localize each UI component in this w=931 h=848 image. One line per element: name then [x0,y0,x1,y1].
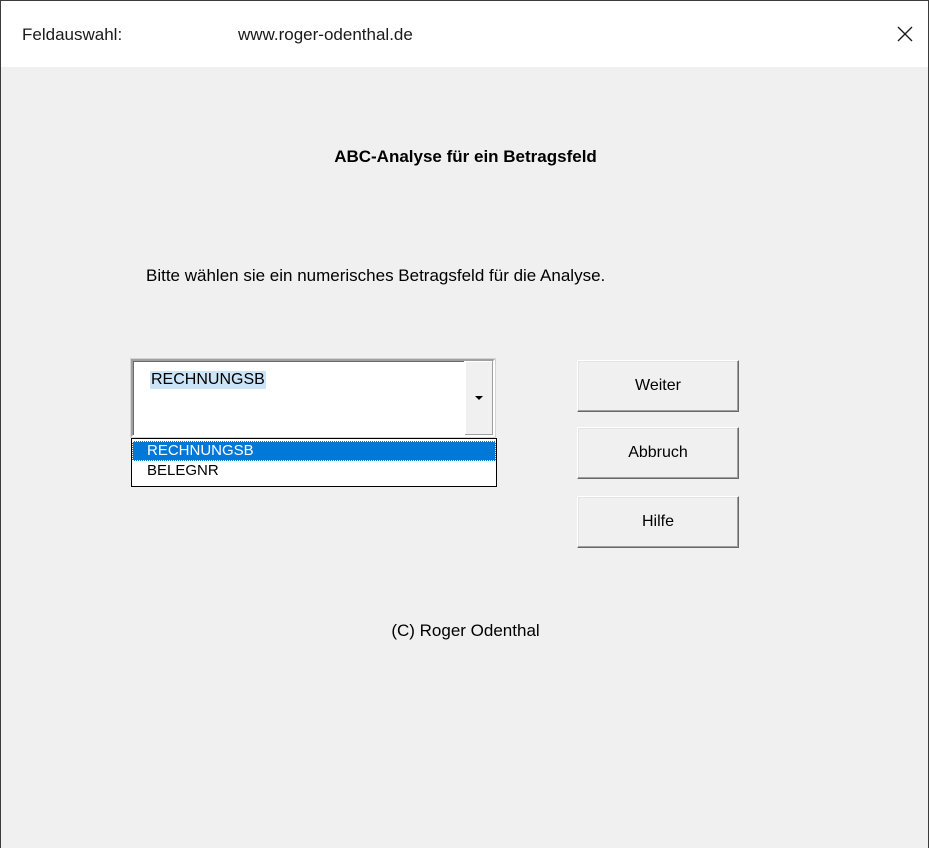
combobox-dropdown-list[interactable]: RECHNUNGSB BELEGNR [131,438,497,487]
dialog-window: Feldauswahl: www.roger-odenthal.de ABC-A… [0,0,929,848]
dropdown-option-belegnr[interactable]: BELEGNR [132,461,496,481]
close-icon [897,26,913,42]
field-combobox[interactable]: RECHNUNGSB [131,359,495,437]
close-button[interactable] [882,13,928,55]
window-title: Feldauswahl: [22,25,123,44]
dropdown-option-rechnungsb[interactable]: RECHNUNGSB [132,441,496,461]
window-url: www.roger-odenthal.de [238,25,413,44]
combobox-dropdown-button[interactable] [464,361,493,435]
combobox-selected-value[interactable]: RECHNUNGSB [150,371,266,389]
dialog-heading: ABC-Analyse für ein Betragsfeld [334,147,597,166]
chevron-down-icon [475,396,483,400]
copyright-text: (C) Roger Odenthal [391,621,540,640]
abbruch-button[interactable]: Abbruch [577,427,739,479]
instruction-text: Bitte wählen sie ein numerisches Betrags… [146,266,606,285]
hilfe-button[interactable]: Hilfe [577,496,739,548]
title-bar: Feldauswahl: www.roger-odenthal.de [1,1,928,67]
weiter-button[interactable]: Weiter [577,360,739,412]
